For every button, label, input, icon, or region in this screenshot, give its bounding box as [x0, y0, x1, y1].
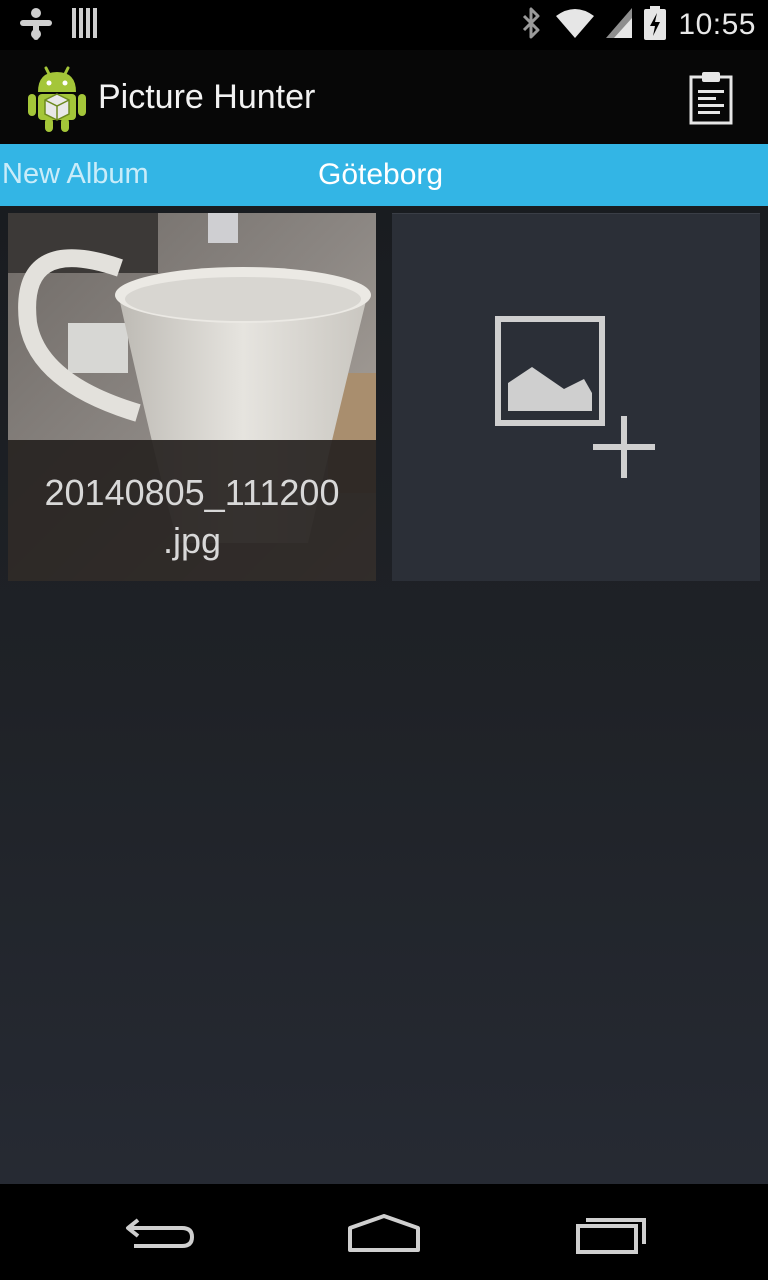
tab-new-album[interactable]: New Album	[2, 158, 149, 191]
photo-filename: 20140805_111200 .jpg	[44, 472, 340, 561]
back-icon[interactable]	[120, 1208, 200, 1256]
bluetooth-icon	[518, 6, 544, 45]
add-image-icon	[492, 313, 662, 483]
status-bar: 10:55	[0, 0, 768, 50]
battery-charging-icon	[644, 5, 667, 45]
recents-icon[interactable]	[570, 1208, 650, 1256]
signal-icon	[606, 7, 633, 43]
add-image-tile[interactable]	[392, 213, 760, 581]
navigation-bar	[0, 1184, 768, 1280]
action-bar: Picture Hunter	[0, 50, 768, 144]
screen: 10:55 Picture Hunter New Album Göteborg …	[0, 0, 768, 1280]
photo-grid: 20140805_111200 .jpg	[0, 206, 768, 1184]
album-tab-strip: New Album Göteborg	[0, 144, 768, 206]
notification-icon	[20, 6, 52, 45]
app-title: Picture Hunter	[98, 78, 316, 116]
status-clock: 10:55	[678, 8, 756, 41]
wifi-icon	[556, 8, 595, 43]
clipboard-icon[interactable]	[688, 70, 736, 126]
home-icon[interactable]	[344, 1208, 424, 1256]
tab-goteborg[interactable]: Göteborg	[318, 158, 443, 192]
android-robot-icon[interactable]	[26, 64, 88, 132]
photo-tile[interactable]: 20140805_111200 .jpg	[8, 213, 376, 581]
barcode-icon	[72, 7, 98, 43]
